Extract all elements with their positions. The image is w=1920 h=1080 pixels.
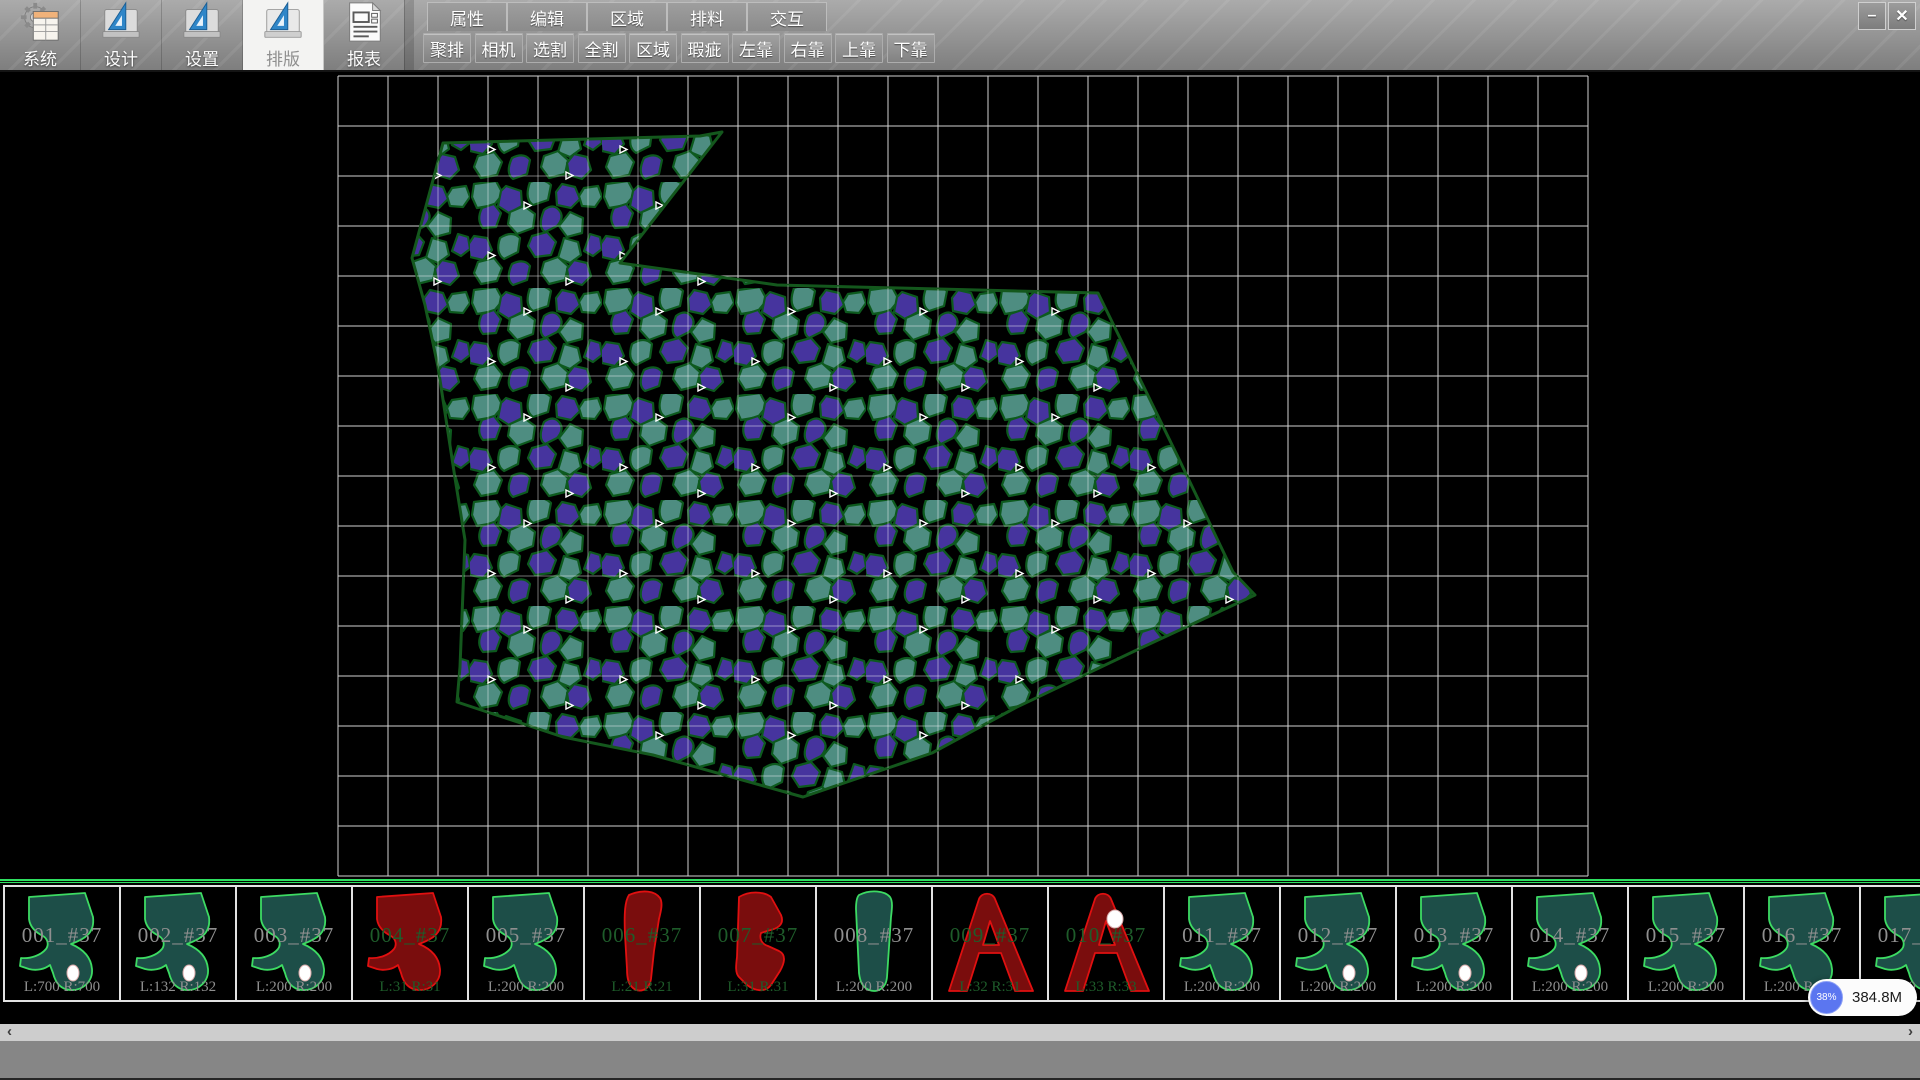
piece-shape — [595, 889, 691, 1001]
window-controls: – ✕ — [1858, 2, 1916, 30]
menu-tab-1[interactable]: 编辑 — [507, 2, 587, 31]
piece-shape — [1407, 889, 1503, 1001]
tool-buttons: 聚排相机选割全割区域瑕疵左靠右靠上靠下靠 — [423, 33, 938, 63]
strip-top-line — [0, 879, 1920, 881]
tool-button-6[interactable]: 左靠 — [732, 33, 780, 63]
tool-button-7[interactable]: 右靠 — [784, 33, 832, 63]
piece-shape — [1639, 889, 1735, 1001]
piece-thumbnail-009_#37[interactable]: 009_#37L:32 R:31 — [931, 885, 1049, 1002]
settings-button[interactable]: 设置 — [162, 0, 243, 70]
memory-percent-badge: 38% — [1810, 981, 1843, 1014]
tool-button-9[interactable]: 下靠 — [887, 33, 935, 63]
piece-thumbnail-014_#37[interactable]: 014_#37L:200 R:200 — [1511, 885, 1629, 1002]
menu-tab-0[interactable]: 属性 — [427, 2, 507, 31]
tool-button-4[interactable]: 区域 — [629, 33, 677, 63]
piece-thumbnail-003_#37[interactable]: 003_#37L:200 R:200 — [235, 885, 353, 1002]
nesting-drawing — [0, 72, 1920, 879]
nesting-canvas[interactable] — [0, 72, 1920, 879]
piece-thumbnail-013_#37[interactable]: 013_#37L:200 R:200 — [1395, 885, 1513, 1002]
piece-thumbnail-011_#37[interactable]: 011_#37L:200 R:200 — [1163, 885, 1281, 1002]
menu-tab-3[interactable]: 排料 — [667, 2, 747, 31]
memory-status-badge: 38% 384.8M — [1808, 979, 1917, 1016]
piece-thumbnail-008_#37[interactable]: 008_#37L:200 R:200 — [815, 885, 933, 1002]
piece-shape — [1523, 889, 1619, 1001]
piece-shape — [943, 889, 1039, 1001]
piece-filmstrip: 001_#37L:700 R:700002_#37L:132 R:132003_… — [3, 885, 1920, 1002]
tool-button-3[interactable]: 全割 — [578, 33, 626, 63]
piece-shape — [1175, 889, 1271, 1001]
nesting-ruler-icon — [260, 0, 306, 44]
piece-thumbnail-005_#37[interactable]: 005_#37L:200 R:200 — [467, 885, 585, 1002]
memory-size-label: 384.8M — [1843, 989, 1917, 1006]
report-document-icon — [341, 0, 387, 44]
menu-tabs: 属性编辑区域排料交互 — [427, 2, 827, 31]
piece-thumbnail-010_#37[interactable]: 010_#37L:33 R:33 — [1047, 885, 1165, 1002]
piece-shape — [479, 889, 575, 1001]
nesting-button-label: 排版 — [266, 45, 300, 70]
horizontal-scrollbar[interactable]: ‹ › — [0, 1024, 1920, 1041]
piece-thumbnail-002_#37[interactable]: 002_#37L:132 R:132 — [119, 885, 237, 1002]
main-toolbar: 系统 设计 设置 — [0, 0, 405, 70]
strip-top-line-2 — [0, 882, 1920, 883]
piece-shape — [827, 889, 923, 1001]
titlebar: 系统 设计 设置 — [0, 0, 1920, 72]
piece-shape — [247, 889, 343, 1001]
piece-shape — [15, 889, 111, 1001]
scroll-right-icon[interactable]: › — [1903, 1024, 1918, 1041]
design-ruler-icon — [98, 0, 144, 44]
tool-button-1[interactable]: 相机 — [475, 33, 523, 63]
system-button-label: 系统 — [23, 45, 57, 70]
piece-shape — [363, 889, 459, 1001]
design-button-label: 设计 — [104, 45, 138, 70]
piece-thumbnail-006_#37[interactable]: 006_#37L:21 R:21 — [583, 885, 701, 1002]
close-button[interactable]: ✕ — [1888, 2, 1916, 30]
piece-shape — [711, 889, 807, 1001]
nesting-button[interactable]: 排版 — [243, 0, 324, 70]
menu-tab-2[interactable]: 区域 — [587, 2, 667, 31]
piece-thumbnail-012_#37[interactable]: 012_#37L:200 R:200 — [1279, 885, 1397, 1002]
report-button-label: 报表 — [347, 45, 381, 70]
system-button[interactable]: 系统 — [0, 0, 81, 70]
tool-button-8[interactable]: 上靠 — [835, 33, 883, 63]
report-button[interactable]: 报表 — [324, 0, 405, 70]
minimize-button[interactable]: – — [1858, 2, 1886, 30]
piece-shape — [1059, 889, 1155, 1001]
piece-thumbnail-007_#37[interactable]: 007_#37L:31 R:31 — [699, 885, 817, 1002]
tool-button-5[interactable]: 瑕疵 — [681, 33, 729, 63]
system-gear-icon — [17, 0, 63, 44]
minimize-icon: – — [1868, 7, 1877, 25]
tool-button-0[interactable]: 聚排 — [423, 33, 471, 63]
design-button[interactable]: 设计 — [81, 0, 162, 70]
menu-tab-4[interactable]: 交互 — [747, 2, 827, 31]
piece-shape — [131, 889, 227, 1001]
scroll-left-icon[interactable]: ‹ — [2, 1024, 17, 1041]
piece-thumbnail-015_#37[interactable]: 015_#37L:200 R:200 — [1627, 885, 1745, 1002]
tool-button-2[interactable]: 选割 — [526, 33, 574, 63]
piece-thumbnail-004_#37[interactable]: 004_#37L:31 R:31 — [351, 885, 469, 1002]
toolbar-divider — [404, 0, 414, 70]
piece-thumbnail-001_#37[interactable]: 001_#37L:700 R:700 — [3, 885, 121, 1002]
settings-ruler-icon — [179, 0, 225, 44]
settings-button-label: 设置 — [185, 45, 219, 70]
bottom-bar — [0, 1041, 1920, 1080]
close-icon: ✕ — [1895, 6, 1908, 26]
app-window: 系统 设计 设置 — [0, 0, 1920, 1080]
piece-shape — [1291, 889, 1387, 1001]
